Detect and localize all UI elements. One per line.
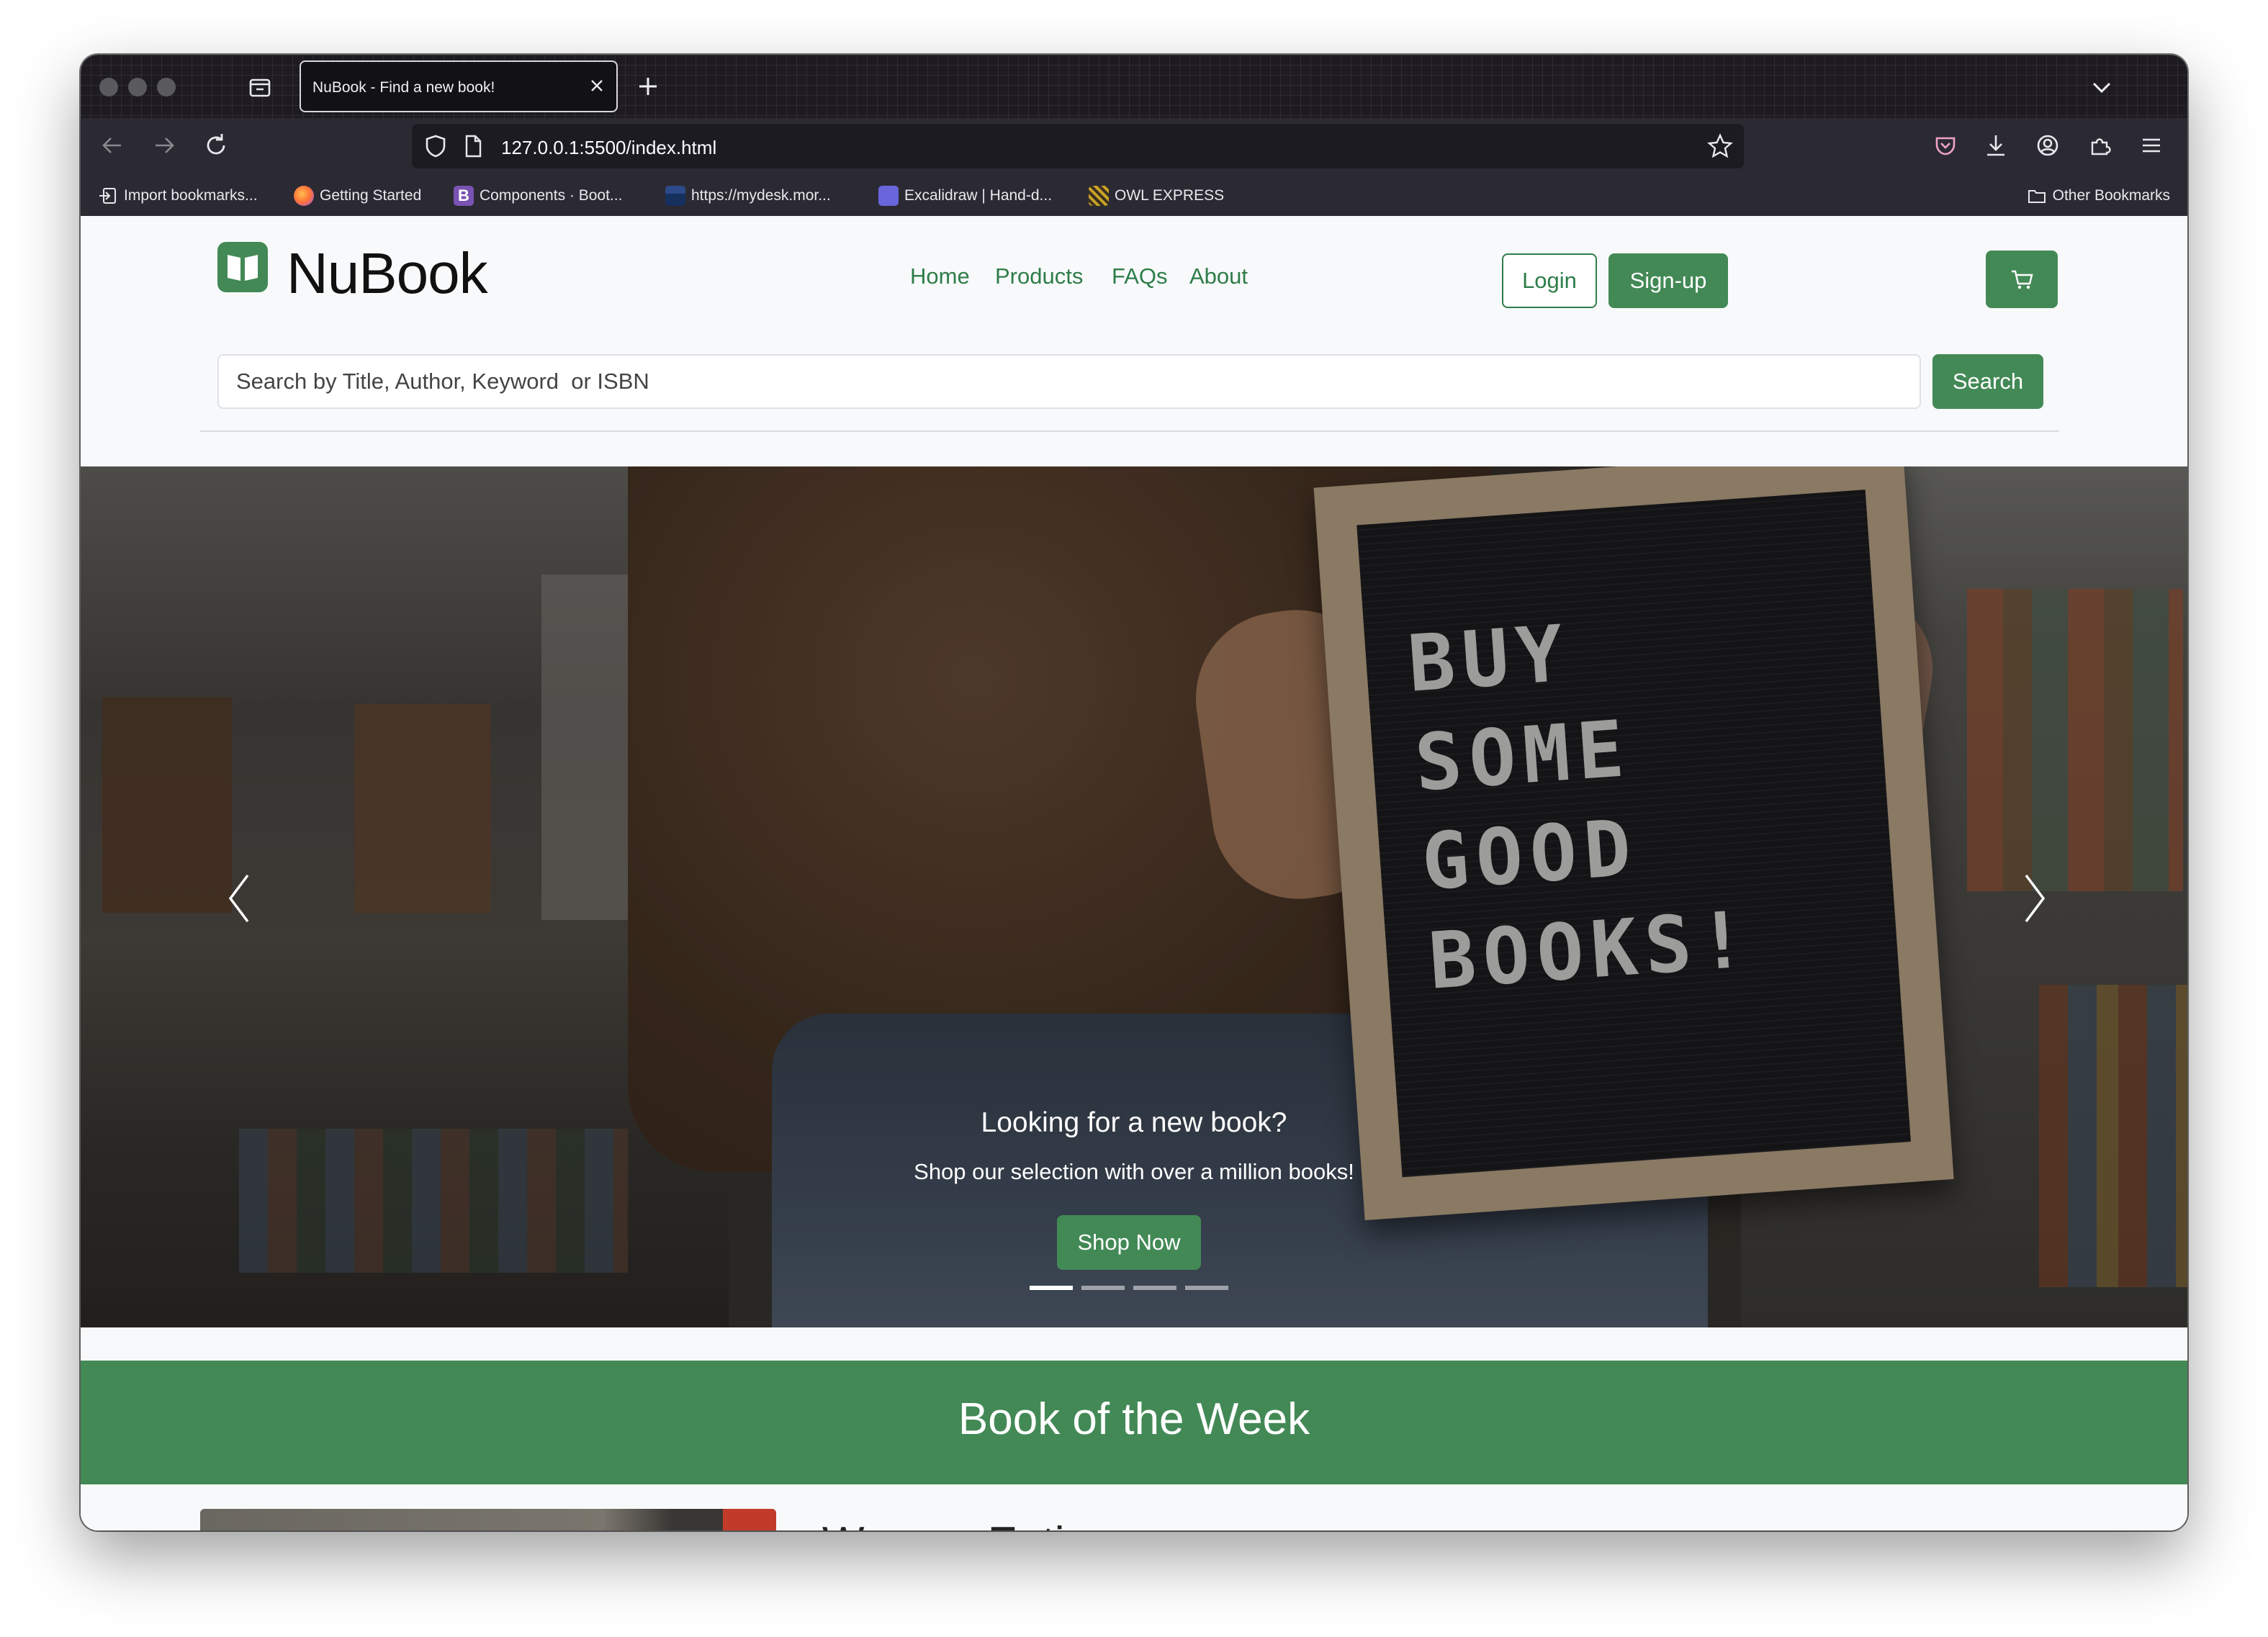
bookmark-label: Other Bookmarks [2052,187,2170,204]
navigation-toolbar: 127.0.0.1:5500/index.html [81,118,2187,174]
zoom-window-button[interactable] [157,78,176,96]
other-bookmarks-folder[interactable]: Other Bookmarks [2027,186,2170,206]
book-of-week-heading: Book of the Week [958,1394,1310,1444]
extensions-icon[interactable] [2085,131,2114,160]
book-cover-image[interactable] [200,1509,776,1530]
nav-products-link[interactable]: Products [995,263,1083,289]
firefox-icon [294,186,314,206]
url-text: 127.0.0.1:5500/index.html [501,137,717,158]
nav-home-link[interactable]: Home [910,263,970,289]
excalidraw-icon [878,186,899,206]
cart-icon [2012,270,2033,289]
page-icon [465,135,482,158]
hero-caption-text: Shop our selection with over a million b… [914,1159,1354,1184]
forward-arrow-icon[interactable] [150,131,179,160]
brand-name[interactable]: NuBook [287,240,488,307]
close-tab-icon[interactable] [586,75,608,96]
tab-title: NuBook - Find a new book! [312,79,495,96]
bookmark-getting-started[interactable]: Getting Started [294,186,421,206]
carousel-next-icon[interactable] [2020,870,2049,927]
book-logo-icon[interactable] [217,242,268,292]
bookmark-owl-express[interactable]: OWL EXPRESS [1089,186,1224,206]
import-icon [99,188,116,204]
address-bar[interactable]: 127.0.0.1:5500/index.html [412,124,1744,168]
search-input[interactable] [217,354,1921,409]
bookmarks-toolbar: Import bookmarks... Getting Started B Co… [81,174,2187,216]
tab-list-icon[interactable] [246,73,274,101]
browser-window: NuBook - Find a new book! 127.0.0.1:5500… [81,55,2187,1530]
login-button[interactable]: Login [1502,253,1597,308]
hero-dark-overlay [81,466,2187,1327]
bookmark-star-icon[interactable] [1706,132,1734,160]
new-tab-icon[interactable] [635,73,661,99]
back-arrow-icon[interactable] [98,131,127,160]
download-icon[interactable] [1981,131,2010,160]
nav-faqs-link[interactable]: FAQs [1112,263,1168,289]
shop-now-button[interactable]: Shop Now [1057,1215,1201,1270]
web-page: NuBook Home Products FAQs About Login Si… [81,216,2187,1530]
account-icon[interactable] [2033,131,2062,160]
bookmark-label: Excalidraw | Hand-d... [904,187,1053,204]
chevron-down-icon[interactable] [2089,75,2114,99]
pocket-icon[interactable] [1931,131,1960,160]
bookmark-label: https://mydesk.mor... [691,187,831,204]
bookmark-label: Components · Boot... [480,187,623,204]
folder-icon [2028,190,2046,203]
minimize-window-button[interactable] [128,78,147,96]
browser-tab[interactable]: NuBook - Find a new book! [300,60,618,112]
signup-button[interactable]: Sign-up [1608,253,1728,308]
hero-carousel: BUY SOME GOOD BOOKS! Looking for a new b… [81,466,2187,1327]
carousel-indicator[interactable] [1081,1286,1125,1290]
carousel-indicator[interactable] [1133,1286,1176,1290]
book-cover-spine [723,1509,776,1530]
carousel-indicator-active[interactable] [1030,1286,1073,1290]
bookmark-excalidraw[interactable]: Excalidraw | Hand-d... [878,186,1052,206]
reload-icon[interactable] [202,131,230,160]
bookmark-label: Import bookmarks... [124,187,258,204]
carousel-indicator[interactable] [1185,1286,1228,1290]
hero-caption-title: Looking for a new book? [981,1107,1287,1138]
shield-icon[interactable] [422,132,449,160]
search-button[interactable]: Search [1932,354,2043,409]
book-title: Women Eating [822,1518,1115,1530]
menu-icon[interactable] [2137,131,2166,160]
bookmark-mydesk[interactable]: https://mydesk.mor... [665,186,831,206]
tab-bar: NuBook - Find a new book! [81,55,2187,118]
bookmark-bootstrap[interactable]: B Components · Boot... [454,186,622,206]
owl-express-icon [1089,186,1109,206]
carousel-prev-icon[interactable] [225,870,253,927]
header-divider [200,430,2059,432]
bookmark-label: OWL EXPRESS [1115,187,1225,204]
close-window-button[interactable] [99,78,118,96]
nav-about-link[interactable]: About [1189,263,1248,289]
cart-button[interactable] [1986,251,2058,308]
bootstrap-icon: B [454,186,474,206]
bookmark-import[interactable]: Import bookmarks... [98,186,258,206]
bookmark-label: Getting Started [320,187,422,204]
book-of-week-banner: Book of the Week [81,1361,2187,1484]
mydesk-icon [665,186,685,206]
